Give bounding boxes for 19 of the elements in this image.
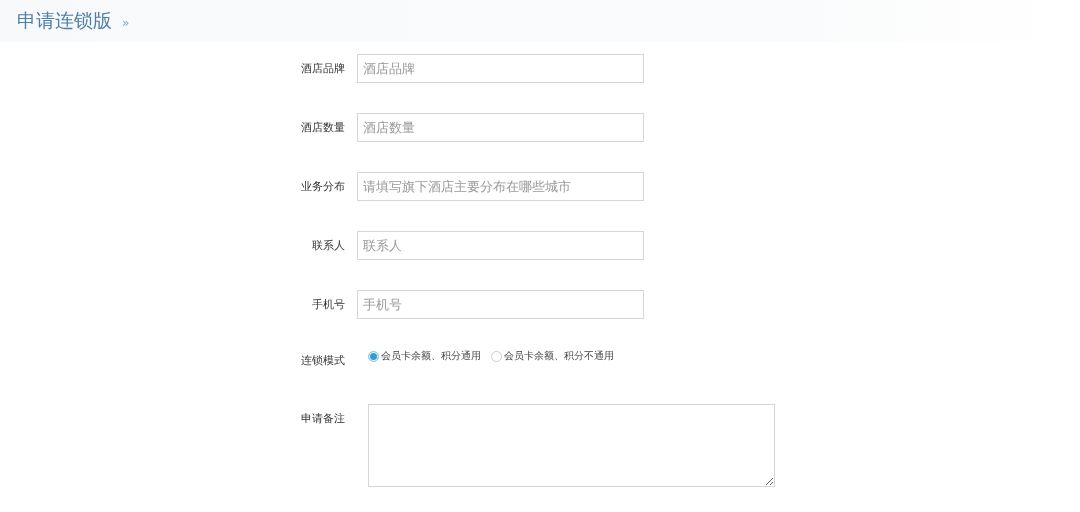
- breadcrumb-chevron: »: [122, 16, 130, 30]
- field-label: 业务分布: [300, 179, 345, 194]
- radio-button-icon[interactable]: [368, 350, 379, 362]
- field-label: 酒店品牌: [300, 61, 345, 76]
- input-field[interactable]: 手机号: [357, 290, 644, 319]
- field-label: 联系人: [311, 238, 345, 253]
- input-field[interactable]: 联系人: [357, 231, 644, 260]
- remarks-textarea[interactable]: [368, 404, 775, 487]
- field-label: 手机号: [311, 297, 345, 312]
- field-label: 申请备注: [300, 411, 345, 426]
- radio-option[interactable]: 会员卡余额、积分通用: [368, 349, 481, 363]
- radio-button-icon[interactable]: [491, 350, 502, 362]
- input-field[interactable]: 酒店品牌: [357, 54, 644, 83]
- field-label: 酒店数量: [300, 120, 345, 135]
- input-field[interactable]: 请填写旗下酒店主要分布在哪些城市: [357, 172, 644, 201]
- field-label: 连锁模式: [300, 353, 345, 368]
- input-field[interactable]: 酒店数量: [357, 113, 644, 142]
- page-title: 申请连锁版: [17, 8, 112, 33]
- radio-option[interactable]: 会员卡余额、积分不通用: [491, 349, 614, 363]
